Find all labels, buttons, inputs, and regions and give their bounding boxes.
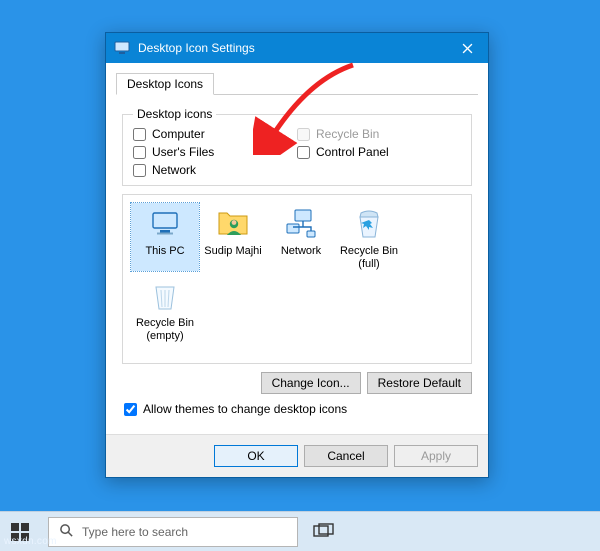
checkbox-users-files-input[interactable] — [133, 146, 146, 159]
taskbar[interactable]: Type here to search — [0, 511, 600, 551]
icon-item-this-pc[interactable]: This PC — [131, 203, 199, 271]
checkbox-recycle-bin[interactable]: Recycle Bin — [297, 127, 461, 141]
dialog-footer: OK Cancel Apply — [106, 434, 488, 477]
task-view-button[interactable] — [312, 520, 336, 544]
change-icon-button[interactable]: Change Icon... — [261, 372, 361, 394]
user-folder-icon — [216, 207, 250, 241]
checkbox-computer[interactable]: Computer — [133, 127, 297, 141]
tab-strip: Desktop Icons — [116, 73, 478, 95]
icon-item-network[interactable]: Network — [267, 203, 335, 271]
cancel-button[interactable]: Cancel — [304, 445, 388, 467]
checkbox-recycle-bin-input[interactable] — [297, 128, 310, 141]
group-legend: Desktop icons — [133, 107, 216, 121]
tab-desktop-icons[interactable]: Desktop Icons — [116, 73, 214, 95]
icon-item-recycle-full[interactable]: Recycle Bin (full) — [335, 203, 403, 271]
recycle-bin-full-icon — [352, 207, 386, 241]
checkbox-network-input[interactable] — [133, 164, 146, 177]
checkbox-control-panel-input[interactable] — [297, 146, 310, 159]
desktop-icon-settings-dialog: Desktop Icon Settings Desktop Icons Desk… — [105, 32, 489, 478]
search-placeholder: Type here to search — [82, 525, 188, 539]
close-button[interactable] — [446, 33, 488, 63]
checkbox-control-panel[interactable]: Control Panel — [297, 145, 461, 159]
apply-button[interactable]: Apply — [394, 445, 478, 467]
restore-default-button[interactable]: Restore Default — [367, 372, 472, 394]
search-icon — [59, 523, 74, 541]
network-icon — [284, 207, 318, 241]
icon-item-recycle-empty[interactable]: Recycle Bin (empty) — [131, 275, 199, 343]
checkbox-allow-themes-input[interactable] — [124, 403, 137, 416]
icon-item-user[interactable]: Sudip Majhi — [199, 203, 267, 271]
checkbox-users-files[interactable]: User's Files — [133, 145, 297, 159]
desktop-icons-group: Desktop icons Computer User's Files — [122, 107, 472, 186]
taskbar-search[interactable]: Type here to search — [48, 517, 298, 547]
ok-button[interactable]: OK — [214, 445, 298, 467]
window-title: Desktop Icon Settings — [138, 41, 438, 55]
watermark: wsxdn.com — [4, 536, 57, 547]
checkbox-computer-input[interactable] — [133, 128, 146, 141]
checkbox-allow-themes[interactable]: Allow themes to change desktop icons — [124, 402, 472, 416]
this-pc-icon — [148, 207, 182, 241]
icon-preview-list[interactable]: This PC Sudip Majhi — [122, 194, 472, 364]
app-icon — [114, 40, 130, 56]
recycle-bin-empty-icon — [148, 279, 182, 313]
checkbox-network[interactable]: Network — [133, 163, 297, 177]
titlebar[interactable]: Desktop Icon Settings — [106, 33, 488, 63]
